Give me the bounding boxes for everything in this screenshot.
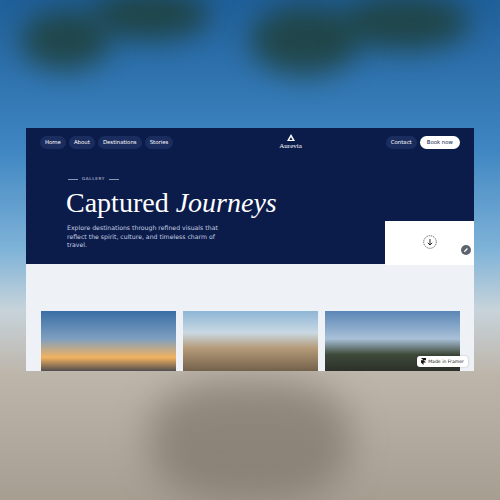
arrow-down-icon [423, 235, 437, 249]
top-nav: HomeAboutDestinationsStories Aurevia Conta… [26, 128, 474, 149]
nav-action-button[interactable]: Book now [420, 136, 460, 149]
nav-link[interactable]: Stories [145, 136, 174, 149]
logo[interactable]: Aurevia [279, 134, 302, 150]
page-title: CapturedJourneys [66, 187, 474, 219]
nav-action-button[interactable]: Contact [386, 136, 417, 149]
logo-icon [287, 134, 295, 141]
nav-link[interactable]: Home [40, 136, 66, 149]
action-label: Book now [427, 139, 453, 145]
framer-icon [421, 358, 426, 365]
action-label: Contact [391, 139, 412, 145]
gallery-photo[interactable] [183, 311, 318, 371]
scroll-down-button[interactable] [423, 234, 437, 253]
nav-link[interactable]: About [69, 136, 95, 149]
eyebrow-line [109, 179, 119, 180]
eyebrow-text: GALLERY [82, 175, 105, 183]
nav-actions: Contact Book now [386, 136, 460, 149]
website-screenshot: HomeAboutDestinationsStories Aurevia Conta… [26, 128, 474, 371]
section-eyebrow: GALLERY [68, 175, 474, 183]
pencil-icon [463, 247, 469, 253]
nav-link[interactable]: Destinations [98, 136, 142, 149]
hero-description: Explore destinations through refined vis… [67, 224, 227, 265]
gallery-grid [26, 264, 474, 371]
hero-bottom: Explore destinations through refined vis… [26, 221, 474, 265]
logo-text: Aurevia [279, 142, 302, 150]
nav-links: HomeAboutDestinationsStories [40, 136, 173, 149]
framer-badge[interactable]: Made in Framer [417, 356, 468, 367]
hero-section: HomeAboutDestinationsStories Aurevia Conta… [26, 128, 474, 264]
scroll-notch [385, 221, 474, 265]
title-italic: Journeys [176, 187, 277, 218]
title-plain: Captured [66, 187, 169, 218]
gallery-photo[interactable] [41, 311, 176, 371]
badge-text: Made in Framer [428, 358, 464, 365]
edit-button[interactable] [461, 245, 471, 255]
eyebrow-line [68, 179, 78, 180]
